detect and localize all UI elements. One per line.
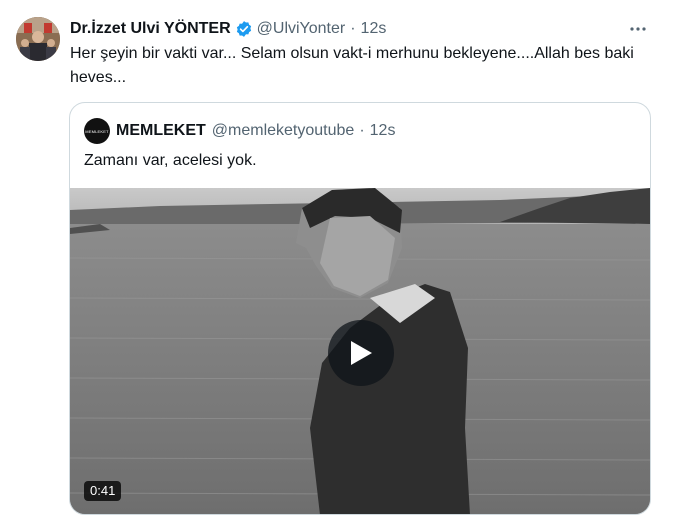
tweet-timestamp[interactable]: 12s [361, 20, 387, 38]
separator-dot: · [359, 122, 365, 139]
quoted-tweet[interactable]: MEMLEKET MEMLEKET @memleketyoutube · 12s… [69, 102, 651, 515]
author-avatar[interactable] [16, 17, 60, 61]
more-horizontal-icon [630, 27, 646, 31]
more-options-button[interactable] [623, 14, 653, 44]
tweet-text: Her şeyin bir vakti var... Selam olsun v… [70, 45, 634, 86]
quoted-tweet-header: MEMLEKET MEMLEKET @memleketyoutube · 12s [84, 117, 395, 145]
video-duration: 0:41 [84, 481, 122, 501]
video-player[interactable]: 0:41 [70, 188, 650, 514]
quoted-author-name[interactable]: MEMLEKET [116, 122, 206, 140]
play-icon [351, 341, 372, 365]
quoted-author-avatar[interactable]: MEMLEKET [84, 118, 110, 144]
quoted-author-handle[interactable]: @memleketyoutube [212, 122, 355, 140]
play-button[interactable] [328, 320, 394, 386]
author-handle[interactable]: @UlviYonter [257, 20, 346, 38]
verified-badge-icon [235, 20, 253, 38]
tweet[interactable]: Dr.İzzet Ulvi YÖNTER @UlviYonter · 12s H… [0, 0, 673, 525]
quoted-tweet-text: Zamanı var, acelesi yok. [84, 152, 257, 169]
separator-dot: · [350, 20, 356, 37]
quoted-tweet-timestamp[interactable]: 12s [370, 122, 396, 140]
tweet-header: Dr.İzzet Ulvi YÖNTER @UlviYonter · 12s [70, 18, 653, 40]
author-name[interactable]: Dr.İzzet Ulvi YÖNTER [70, 20, 231, 38]
